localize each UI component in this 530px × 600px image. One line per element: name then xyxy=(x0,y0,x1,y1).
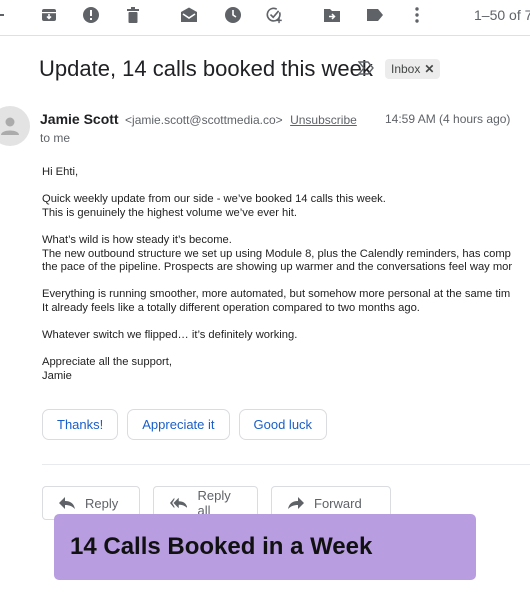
body-line: Appreciate all the support, xyxy=(42,356,172,369)
body-line: Whatever switch we flipped… it’s definit… xyxy=(42,329,298,342)
pagination-range: 1–50 of 7 xyxy=(474,7,530,23)
inbox-label-text: Inbox xyxy=(391,62,421,76)
archive-icon[interactable] xyxy=(40,6,58,24)
forward-label: Forward xyxy=(314,495,362,511)
sender-email: <jamie.scott@scottmedia.co> xyxy=(125,113,283,127)
body-line: Hi Ehti, xyxy=(42,166,79,178)
smart-reply-good-luck[interactable]: Good luck xyxy=(238,409,328,440)
message-toolbar: 1–50 of 7 xyxy=(0,0,530,36)
body-line: Everything is running smoother, more aut… xyxy=(42,288,511,301)
unsubscribe-link[interactable]: Unsubscribe xyxy=(290,113,357,127)
body-line: What’s wild is how steady it’s become. xyxy=(42,233,232,246)
reply-all-icon xyxy=(170,497,188,509)
body-line: It already feels like a totally differen… xyxy=(42,301,420,314)
body-line: The new outbound structure we set up usi… xyxy=(42,247,511,260)
body-line: the pace of the pipeline. Prospects are … xyxy=(42,261,513,274)
smart-reply-appreciate[interactable]: Appreciate it xyxy=(127,409,230,440)
smart-reply-bar: Thanks! Appreciate it Good luck xyxy=(42,409,328,440)
recipient-details[interactable]: to me xyxy=(40,131,70,145)
divider xyxy=(42,464,530,465)
mark-unread-icon[interactable] xyxy=(180,6,198,24)
remove-label-icon[interactable]: ✕ xyxy=(424,62,434,76)
sender-avatar[interactable] xyxy=(0,106,30,146)
email-subject: Update, 14 calls booked this week xyxy=(39,56,373,81)
delete-icon[interactable] xyxy=(124,6,142,24)
email-body: Hi Ehti, Quick weekly update from our si… xyxy=(42,166,530,384)
caption-text: 14 Calls Booked in a Week xyxy=(70,533,373,560)
inbox-label-chip: Inbox ✕ xyxy=(385,59,441,79)
smart-reply-thanks[interactable]: Thanks! xyxy=(42,409,119,440)
person-icon xyxy=(1,117,19,135)
forward-arrow-icon xyxy=(288,497,304,509)
add-task-icon[interactable] xyxy=(266,6,284,24)
report-spam-icon[interactable] xyxy=(82,6,100,24)
importance-marker-icon[interactable] xyxy=(357,61,374,80)
body-line: This is genuinely the highest volume we’… xyxy=(42,206,297,219)
body-line: Quick weekly update from our side - we’v… xyxy=(42,193,386,206)
back-edge-icon[interactable] xyxy=(0,14,4,16)
label-icon[interactable] xyxy=(366,6,384,24)
more-options-icon[interactable] xyxy=(408,6,426,24)
email-timestamp: 14:59 AM (4 hours ago) xyxy=(385,112,511,126)
sender-info: Jamie Scott <jamie.scott@scottmedia.co> … xyxy=(40,111,357,129)
snooze-icon[interactable] xyxy=(224,6,242,24)
body-line: Jamie xyxy=(42,369,72,382)
reply-label: Reply xyxy=(85,495,119,511)
sender-name[interactable]: Jamie Scott xyxy=(40,111,119,127)
move-to-icon[interactable] xyxy=(323,6,341,24)
reply-arrow-icon xyxy=(59,497,75,509)
caption-banner: 14 Calls Booked in a Week xyxy=(54,514,476,580)
